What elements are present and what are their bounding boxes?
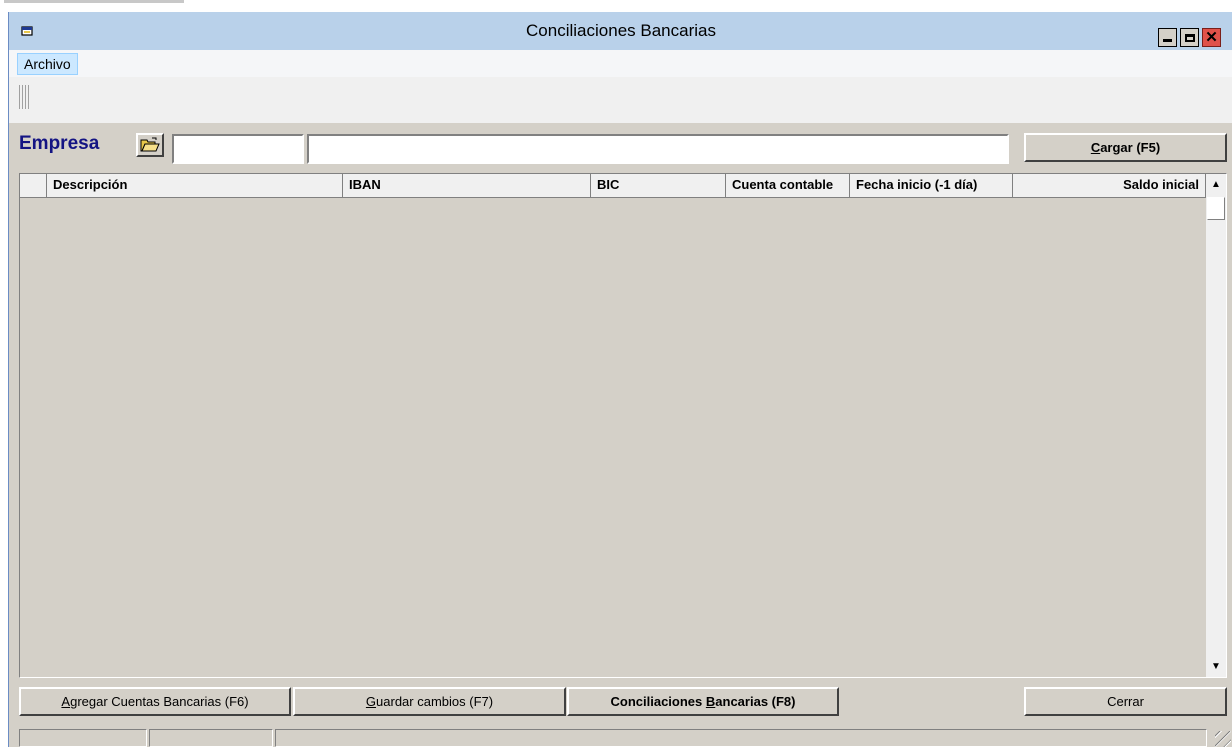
status-panel-2 xyxy=(149,729,273,747)
title-bar[interactable]: Conciliaciones Bancarias ✕ xyxy=(9,12,1232,50)
resize-grip-icon[interactable] xyxy=(1215,731,1231,747)
status-panel-3 xyxy=(275,729,1207,747)
background-left-edge xyxy=(0,12,8,747)
toolbar-grip[interactable] xyxy=(19,85,29,109)
column-header-descripcion[interactable]: Descripción xyxy=(47,174,343,198)
cargar-label: argar (F5) xyxy=(1100,140,1161,155)
toolbar xyxy=(9,77,1232,123)
scroll-down-button[interactable]: ▼ xyxy=(1206,656,1226,677)
status-bar xyxy=(9,727,1232,747)
menu-bar: Archivo xyxy=(9,50,1232,77)
scroll-up-button[interactable]: ▲ xyxy=(1206,174,1226,195)
concil-hotkey: B xyxy=(705,694,716,709)
concil-label: ancarias (F8) xyxy=(715,694,796,709)
menu-archivo[interactable]: Archivo xyxy=(17,53,78,75)
column-header-cuenta-contable[interactable]: Cuenta contable xyxy=(726,174,850,198)
agregar-label: gregar Cuentas Bancarias (F6) xyxy=(70,694,249,709)
agregar-hotkey: A xyxy=(61,694,71,709)
open-folder-icon xyxy=(140,137,160,152)
empresa-name-input[interactable] xyxy=(307,134,1009,164)
empresa-code-input[interactable] xyxy=(172,134,304,164)
maximize-icon xyxy=(1184,33,1195,42)
column-header-saldo-inicial[interactable]: Saldo inicial xyxy=(1013,174,1206,198)
cargar-hotkey: C xyxy=(1090,140,1101,155)
grid-vertical-scrollbar[interactable]: ▲ ▼ xyxy=(1206,174,1226,677)
background-window-edge xyxy=(0,0,1232,12)
close-icon: ✕ xyxy=(1205,29,1218,46)
status-panel-1 xyxy=(19,729,147,747)
column-header-bic[interactable]: BIC xyxy=(591,174,726,198)
empresa-label: Empresa xyxy=(19,133,100,154)
close-button[interactable]: ✕ xyxy=(1202,28,1221,47)
minimize-button[interactable] xyxy=(1158,28,1177,47)
cargar-button[interactable]: Cargar (F5) xyxy=(1024,133,1227,162)
scroll-thumb[interactable] xyxy=(1207,197,1225,220)
bank-accounts-grid[interactable]: Descripción IBAN BIC Cuenta contable Fec… xyxy=(19,173,1227,678)
column-header-iban[interactable]: IBAN xyxy=(343,174,591,198)
grid-header: Descripción IBAN BIC Cuenta contable Fec… xyxy=(20,174,1206,198)
minimize-icon xyxy=(1163,39,1172,42)
conciliaciones-bancarias-button[interactable]: Conciliaciones Bancarias (F8) xyxy=(567,687,839,716)
column-header-fecha-inicio[interactable]: Fecha inicio (-1 día) xyxy=(850,174,1013,198)
row-selector-header[interactable] xyxy=(20,174,47,198)
guardar-label: uardar cambios (F7) xyxy=(376,694,494,709)
maximize-button[interactable] xyxy=(1180,28,1199,47)
browse-empresa-button[interactable] xyxy=(136,133,164,157)
concil-label-pre: Conciliaciones xyxy=(610,694,706,709)
agregar-cuentas-button[interactable]: Agregar Cuentas Bancarias (F6) xyxy=(19,687,291,716)
arrow-down-icon: ▼ xyxy=(1211,661,1221,672)
main-panel: Empresa Cargar (F5) Descripción IBAN BIC… xyxy=(9,123,1232,747)
cerrar-button[interactable]: Cerrar xyxy=(1024,687,1227,716)
window-title: Conciliaciones Bancarias xyxy=(526,21,716,40)
conciliaciones-window: Conciliaciones Bancarias ✕ Archivo Empre… xyxy=(8,12,1232,747)
arrow-up-icon: ▲ xyxy=(1211,179,1221,190)
guardar-hotkey: G xyxy=(365,694,377,709)
guardar-cambios-button[interactable]: Guardar cambios (F7) xyxy=(293,687,566,716)
